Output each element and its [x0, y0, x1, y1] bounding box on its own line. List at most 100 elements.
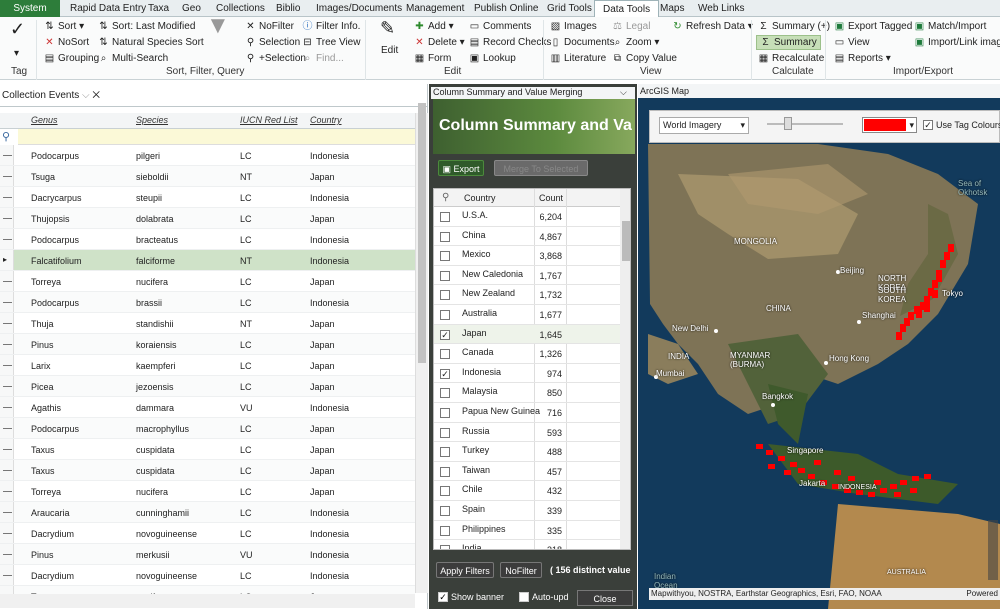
- table-row[interactable]: Araucaria cunninghamii LC Indonesia: [0, 502, 415, 523]
- table-row[interactable]: ▸ Falcatifolium falciforme NT Indonesia: [0, 250, 415, 271]
- country-cell[interactable]: Indonesia: [310, 151, 349, 161]
- list-item[interactable]: Mexico 3,868: [434, 246, 620, 266]
- row-selector[interactable]: [0, 229, 14, 249]
- genus-cell[interactable]: Agathis: [31, 403, 61, 413]
- country-checkbox[interactable]: [440, 270, 450, 281]
- tab-geo[interactable]: Geo: [174, 0, 209, 17]
- iucn-cell[interactable]: NT: [240, 256, 252, 266]
- form-button[interactable]: ▦ Form: [414, 52, 452, 65]
- iucn-cell[interactable]: VU: [240, 550, 253, 560]
- column-header-genus[interactable]: Genus: [31, 115, 58, 125]
- country-checkbox[interactable]: [440, 290, 450, 301]
- table-row[interactable]: Podocarpus macrophyllus LC Japan: [0, 418, 415, 439]
- row-selector[interactable]: [0, 544, 14, 564]
- tag-color-picker[interactable]: ▾: [862, 117, 917, 133]
- apply-filters-button[interactable]: Apply Filters: [436, 562, 494, 578]
- list-item[interactable]: New Caledonia 1,767: [434, 266, 620, 286]
- tab-images-documents[interactable]: Images/Documents: [308, 0, 410, 17]
- scrollbar-thumb[interactable]: [418, 103, 426, 363]
- country-cell[interactable]: Indonesia: [310, 298, 349, 308]
- list-item[interactable]: Malaysia 850: [434, 383, 620, 403]
- genus-cell[interactable]: Torreya: [31, 277, 61, 287]
- sort-last-modified-button[interactable]: ⇅ Sort: Last Modified: [98, 20, 195, 33]
- iucn-cell[interactable]: VU: [240, 403, 253, 413]
- map-panel[interactable]: [638, 84, 1000, 609]
- iucn-cell[interactable]: LC: [240, 151, 252, 161]
- country-checkbox[interactable]: [440, 427, 450, 438]
- refresh-data-button[interactable]: ↻ Refresh Data ▾: [672, 20, 752, 33]
- table-row[interactable]: Pinus koraiensis LC Japan: [0, 334, 415, 355]
- grouping-button[interactable]: ▤ Grouping: [44, 52, 99, 65]
- country-cell[interactable]: Japan: [310, 340, 335, 350]
- table-row[interactable]: Podocarpus pilgeri LC Indonesia: [0, 145, 415, 166]
- row-selector[interactable]: [0, 145, 14, 165]
- species-cell[interactable]: pilgeri: [136, 151, 160, 161]
- genus-cell[interactable]: Taxus: [31, 445, 55, 455]
- genus-cell[interactable]: Thuja: [31, 319, 54, 329]
- country-cell[interactable]: Indonesia: [310, 235, 349, 245]
- list-item[interactable]: Canada 1,326: [434, 344, 620, 364]
- list-item[interactable]: U.S.A. 6,204: [434, 207, 620, 227]
- iucn-cell[interactable]: NT: [240, 319, 252, 329]
- iucn-cell[interactable]: LC: [240, 487, 252, 497]
- country-checkbox[interactable]: [440, 447, 450, 458]
- documents-button[interactable]: ▯ Documents: [550, 36, 615, 49]
- list-item[interactable]: Chile 432: [434, 481, 620, 501]
- reports-button[interactable]: ▤ Reports ▾: [834, 52, 891, 65]
- iucn-cell[interactable]: LC: [240, 340, 252, 350]
- iucn-cell[interactable]: LC: [240, 193, 252, 203]
- multi-search-button[interactable]: ⌕ Multi-Search: [98, 52, 168, 65]
- add-button[interactable]: ✚ Add ▾: [414, 20, 453, 33]
- country-checkbox[interactable]: ✓: [440, 329, 450, 340]
- species-cell[interactable]: cuspidata: [136, 466, 175, 476]
- table-row[interactable]: Agathis dammara VU Indonesia: [0, 397, 415, 418]
- close-icon[interactable]: ✕: [92, 90, 100, 101]
- table-row[interactable]: Dacrycarpus steupii LC Indonesia: [0, 187, 415, 208]
- country-checkbox[interactable]: [440, 251, 450, 262]
- iucn-cell[interactable]: LC: [240, 382, 252, 392]
- species-cell[interactable]: merkusii: [136, 550, 170, 560]
- country-checkbox[interactable]: [440, 486, 450, 497]
- list-item[interactable]: Philippines 335: [434, 521, 620, 541]
- iucn-cell[interactable]: LC: [240, 445, 252, 455]
- scrollbar-thumb[interactable]: [622, 221, 630, 261]
- row-selector[interactable]: [0, 292, 14, 312]
- opacity-slider[interactable]: [767, 123, 843, 125]
- check-icon[interactable]: ✓: [10, 20, 25, 38]
- country-checkbox[interactable]: [440, 408, 450, 418]
- row-selector[interactable]: [0, 481, 14, 501]
- tab-system[interactable]: System: [0, 0, 60, 17]
- genus-cell[interactable]: Podocarpus: [31, 424, 79, 434]
- species-cell[interactable]: koraiensis: [136, 340, 177, 350]
- merge-to-selected-button[interactable]: Merge To Selected: [494, 160, 588, 176]
- list-item[interactable]: Spain 339: [434, 501, 620, 521]
- genus-cell[interactable]: Pinus: [31, 550, 54, 560]
- delete-button[interactable]: ✕ Delete ▾: [414, 36, 464, 49]
- find-button[interactable]: ⌕ Find...: [302, 52, 344, 65]
- country-cell[interactable]: Indonesia: [310, 571, 349, 581]
- list-item[interactable]: Papua New Guinea 716: [434, 403, 620, 423]
- column-header-species[interactable]: Species: [136, 115, 168, 125]
- species-cell[interactable]: nucifera: [136, 277, 168, 287]
- table-row[interactable]: Dacrydium novoguineense LC Indonesia: [0, 565, 415, 586]
- summary-plus-button[interactable]: Σ Summary (+): [758, 20, 830, 33]
- recalculate-button[interactable]: ▦ Recalculate: [758, 52, 825, 65]
- row-selector[interactable]: [0, 523, 14, 543]
- country-checkbox[interactable]: [440, 545, 450, 549]
- export-tagged-button[interactable]: ▣ Export Tagged: [834, 20, 913, 33]
- row-selector[interactable]: [0, 460, 14, 480]
- nofilter-button[interactable]: ✕ NoFilter: [245, 20, 294, 33]
- country-cell[interactable]: Japan: [310, 172, 335, 182]
- species-cell[interactable]: macrophyllus: [136, 424, 189, 434]
- list-item[interactable]: ✓ Japan 1,645: [434, 324, 620, 345]
- row-selector[interactable]: [0, 313, 14, 333]
- auto-update-checkbox[interactable]: [519, 592, 529, 602]
- iucn-cell[interactable]: LC: [240, 466, 252, 476]
- table-row[interactable]: Taxus cuspidata LC Japan: [0, 439, 415, 460]
- genus-cell[interactable]: Thujopsis: [31, 214, 70, 224]
- nofilter-button[interactable]: NoFilter: [500, 562, 542, 578]
- list-item[interactable]: India 318: [434, 540, 620, 549]
- genus-cell[interactable]: Falcatifolium: [31, 256, 82, 266]
- iucn-cell[interactable]: LC: [240, 508, 252, 518]
- list-item[interactable]: Russia 593: [434, 423, 620, 443]
